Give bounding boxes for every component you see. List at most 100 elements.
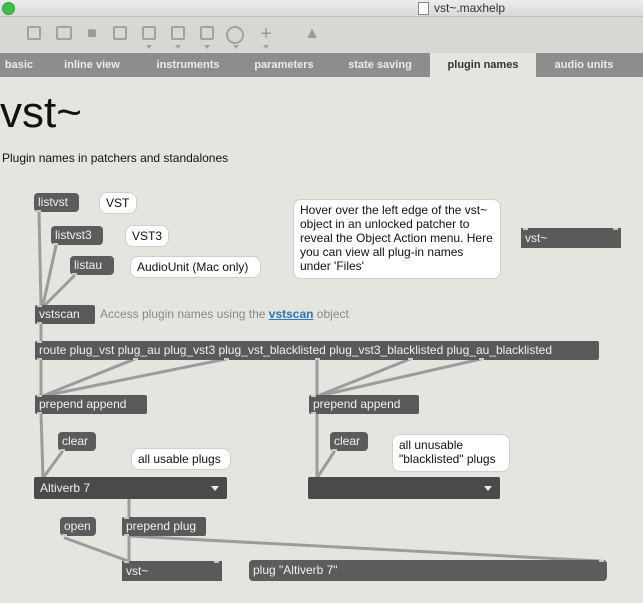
tab-inline-view[interactable]: inline view bbox=[54, 53, 130, 77]
inlet[interactable] bbox=[37, 395, 42, 397]
inlet[interactable] bbox=[37, 305, 42, 307]
outlet[interactable] bbox=[37, 412, 42, 414]
outlet[interactable] bbox=[62, 534, 67, 536]
tab-bar: basic inline view instruments parameters… bbox=[0, 53, 643, 77]
inlet[interactable] bbox=[124, 517, 129, 519]
plugins-menu-right[interactable] bbox=[308, 477, 500, 499]
clear-left-label: clear bbox=[62, 434, 89, 448]
outlet[interactable] bbox=[72, 273, 77, 275]
listvst-message[interactable]: listvst bbox=[34, 193, 79, 212]
title-bar: vst~.maxhelp bbox=[0, 0, 643, 17]
paint-bucket-icon[interactable]: ▲ bbox=[302, 24, 322, 44]
outlet[interactable] bbox=[408, 358, 413, 360]
vstscan-link[interactable]: vstscan bbox=[269, 307, 314, 321]
outlet[interactable] bbox=[37, 322, 42, 324]
outlet[interactable] bbox=[224, 358, 229, 360]
number-box-chevron-icon[interactable] bbox=[204, 45, 210, 49]
dial-chevron-icon[interactable] bbox=[233, 45, 239, 49]
outlet[interactable] bbox=[53, 243, 58, 245]
open-message[interactable]: open bbox=[60, 517, 96, 536]
prepend-plug-object[interactable]: prepend plug bbox=[122, 517, 206, 536]
listau-label: listau bbox=[74, 258, 103, 272]
listau-message[interactable]: listau bbox=[70, 256, 114, 275]
inlet[interactable] bbox=[214, 561, 219, 563]
clear-right-label: clear bbox=[334, 434, 361, 448]
toolbar: ■ + ▲ bbox=[0, 17, 643, 53]
vstscan-label: vstscan bbox=[39, 307, 80, 321]
outlet[interactable] bbox=[37, 358, 42, 360]
prepend-append-left-label: prepend append bbox=[39, 397, 127, 411]
inlet[interactable] bbox=[523, 228, 528, 230]
prepend-append-right-label: prepend append bbox=[313, 397, 401, 411]
outlet[interactable] bbox=[315, 358, 320, 360]
page-title: vst~ bbox=[0, 88, 82, 137]
access-comment-text: Access plugin names using the bbox=[100, 307, 269, 321]
tab-instruments[interactable]: instruments bbox=[148, 53, 228, 77]
prepend-append-left[interactable]: prepend append bbox=[35, 395, 147, 414]
hover-info-bubble: Hover over the left edge of the vst~ obj… bbox=[293, 199, 501, 279]
route-label: route plug_vst plug_au plug_vst3 plug_vs… bbox=[39, 343, 553, 357]
tab-state-saving[interactable]: state saving bbox=[340, 53, 420, 77]
window-title: vst~.maxhelp bbox=[434, 1, 506, 15]
vst-object-bottom[interactable]: vst~ bbox=[122, 561, 222, 581]
audiounit-bubble: AudioUnit (Mac only) bbox=[130, 256, 261, 278]
access-comment: Access plugin names using the vstscan ob… bbox=[100, 307, 349, 321]
prepend-append-right[interactable]: prepend append bbox=[309, 395, 419, 414]
message-box-icon[interactable] bbox=[171, 26, 185, 40]
listvst3-message[interactable]: listvst3 bbox=[51, 226, 103, 245]
add-icon[interactable]: + bbox=[256, 24, 276, 44]
vstscan-object[interactable]: vstscan bbox=[35, 305, 95, 324]
close-window-icon[interactable] bbox=[2, 2, 15, 15]
usable-plugs-bubble: all usable plugs bbox=[131, 448, 231, 470]
object-box-chevron-icon[interactable] bbox=[146, 45, 152, 49]
patch-cords bbox=[37, 210, 602, 563]
add-chevron-icon[interactable] bbox=[263, 45, 269, 49]
outlet[interactable] bbox=[60, 449, 65, 451]
plug-altiverb-label: plug "Altiverb 7" bbox=[253, 563, 338, 577]
clear-icon[interactable] bbox=[113, 26, 127, 40]
plugins-menu-left[interactable]: Altiverb 7 bbox=[34, 477, 227, 499]
access-comment-suffix: object bbox=[313, 307, 349, 321]
message-box-chevron-icon[interactable] bbox=[175, 45, 181, 49]
vst-object-top[interactable]: vst~ bbox=[521, 228, 621, 248]
listvst-label: listvst bbox=[38, 195, 68, 209]
presentation-icon[interactable] bbox=[56, 26, 72, 40]
inlet[interactable] bbox=[37, 341, 42, 343]
comment-icon[interactable]: ■ bbox=[82, 24, 102, 44]
vst-object-bottom-label: vst~ bbox=[126, 564, 149, 578]
outlet[interactable] bbox=[332, 449, 337, 451]
page-subtitle: Plugin names in patchers and standalones bbox=[2, 151, 229, 165]
outlet[interactable] bbox=[124, 534, 129, 536]
listvst3-label: listvst3 bbox=[55, 228, 92, 242]
inlet[interactable] bbox=[599, 560, 604, 562]
outlet[interactable] bbox=[36, 210, 41, 212]
outlet[interactable] bbox=[479, 358, 484, 360]
chevron-down-icon bbox=[484, 486, 492, 491]
inlet[interactable] bbox=[124, 561, 129, 563]
number-box-icon[interactable] bbox=[200, 26, 214, 40]
chevron-down-icon bbox=[211, 486, 219, 491]
vst-bubble: VST bbox=[99, 192, 137, 214]
tab-plugin-names[interactable]: plugin names bbox=[430, 53, 536, 77]
dial-icon[interactable] bbox=[226, 26, 244, 44]
tab-audio-units[interactable]: audio units bbox=[545, 53, 623, 77]
inlet[interactable] bbox=[311, 395, 316, 397]
document-icon bbox=[418, 2, 429, 15]
inlet[interactable] bbox=[613, 228, 618, 230]
route-object[interactable]: route plug_vst plug_au plug_vst3 plug_vs… bbox=[35, 341, 599, 360]
prepend-plug-label: prepend plug bbox=[126, 519, 197, 533]
outlet[interactable] bbox=[311, 412, 316, 414]
tab-parameters[interactable]: parameters bbox=[244, 53, 324, 77]
plug-altiverb-message[interactable]: plug "Altiverb 7" bbox=[249, 560, 607, 581]
unusable-plugs-bubble: all unusable "blacklisted" plugs bbox=[392, 434, 510, 472]
clear-left-message[interactable]: clear bbox=[58, 432, 96, 451]
new-view-icon[interactable] bbox=[27, 26, 41, 40]
clear-right-message[interactable]: clear bbox=[330, 432, 368, 451]
vst3-bubble: VST3 bbox=[125, 225, 169, 247]
tab-basic[interactable]: basic bbox=[0, 53, 38, 77]
open-label: open bbox=[64, 519, 91, 533]
object-box-icon[interactable] bbox=[142, 26, 156, 40]
plugins-menu-left-value: Altiverb 7 bbox=[40, 481, 91, 495]
vst-object-top-label: vst~ bbox=[525, 231, 548, 245]
outlet[interactable] bbox=[133, 358, 138, 360]
